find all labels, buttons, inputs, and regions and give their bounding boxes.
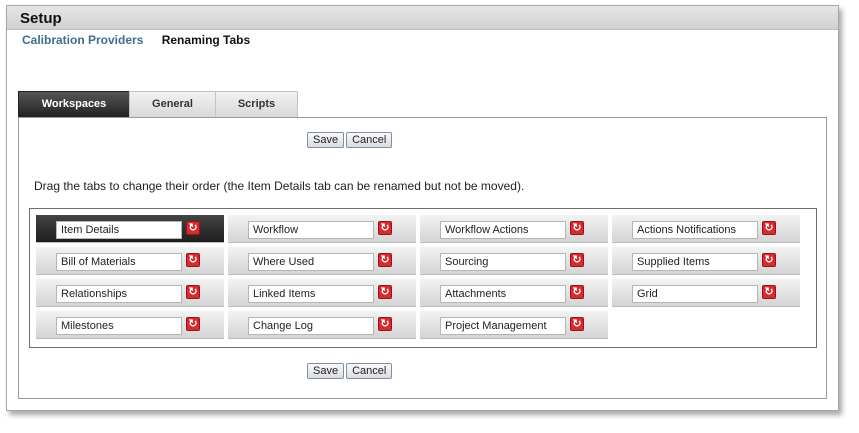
refresh-icon[interactable]: ↻	[378, 221, 392, 235]
refresh-icon[interactable]: ↻	[378, 317, 392, 331]
tab-name-input[interactable]	[248, 253, 374, 271]
tab-order-grid: ↻ ↻ ↻ ↻ ↻ ↻ ↻ ↻ ↻ ↻ ↻ ↻ ↻ ↻ ↻	[29, 208, 817, 348]
bottom-button-row: Save Cancel	[307, 363, 394, 379]
tab-order-item[interactable]: ↻	[612, 279, 800, 307]
refresh-icon[interactable]: ↻	[378, 253, 392, 267]
tab-order-item[interactable]: ↻	[420, 279, 608, 307]
tab-order-item[interactable]: ↻	[420, 311, 608, 339]
tab-name-input[interactable]	[632, 285, 758, 303]
refresh-icon[interactable]: ↻	[186, 221, 200, 235]
page-title: Setup	[20, 10, 62, 27]
tab-name-input[interactable]	[56, 285, 182, 303]
cancel-button-bottom[interactable]: Cancel	[346, 363, 393, 379]
refresh-icon[interactable]: ↻	[186, 253, 200, 267]
refresh-icon[interactable]: ↻	[570, 221, 584, 235]
tab-name-input[interactable]	[632, 253, 758, 271]
sub-navigation: Calibration Providers Renaming Tabs	[22, 33, 250, 47]
tab-order-item[interactable]: ↻	[612, 247, 800, 275]
refresh-icon[interactable]: ↻	[378, 285, 392, 299]
tab-order-item[interactable]: ↻	[228, 279, 416, 307]
tab-order-item[interactable]: ↻	[36, 279, 224, 307]
refresh-icon[interactable]: ↻	[762, 285, 776, 299]
title-bar: Setup	[7, 6, 838, 30]
setup-window: Setup Calibration Providers Renaming Tab…	[6, 5, 839, 411]
refresh-icon[interactable]: ↻	[570, 317, 584, 331]
top-button-row: Save Cancel	[307, 132, 394, 148]
tab-order-item[interactable]: ↻	[36, 311, 224, 339]
tab-name-input[interactable]	[440, 221, 566, 239]
tab-order-item[interactable]: ↻	[420, 247, 608, 275]
tab-workspaces[interactable]: Workspaces	[18, 91, 130, 117]
tab-name-input[interactable]	[248, 285, 374, 303]
tab-order-item[interactable]: ↻	[228, 215, 416, 243]
refresh-icon[interactable]: ↻	[186, 317, 200, 331]
workspaces-panel: Save Cancel Drag the tabs to change their…	[18, 117, 827, 399]
tab-scripts[interactable]: Scripts	[215, 91, 298, 117]
tab-name-input[interactable]	[56, 317, 182, 335]
tab-order-item[interactable]: ↻	[228, 247, 416, 275]
cancel-button-top[interactable]: Cancel	[346, 132, 393, 148]
tab-name-input[interactable]	[440, 317, 566, 335]
save-button-bottom[interactable]: Save	[307, 363, 345, 379]
refresh-icon[interactable]: ↻	[762, 253, 776, 267]
tab-order-item[interactable]: ↻	[36, 215, 224, 243]
refresh-icon[interactable]: ↻	[186, 285, 200, 299]
tab-order-item[interactable]: ↻	[36, 247, 224, 275]
tab-order-item[interactable]: ↻	[228, 311, 416, 339]
renaming-tabs-label: Renaming Tabs	[161, 33, 251, 47]
tab-order-item[interactable]: ↻	[612, 215, 800, 243]
tab-order-item[interactable]: ↻	[420, 215, 608, 243]
tab-name-input[interactable]	[56, 253, 182, 271]
refresh-icon[interactable]: ↻	[762, 221, 776, 235]
save-button-top[interactable]: Save	[307, 132, 345, 148]
tab-name-input[interactable]	[440, 253, 566, 271]
tab-name-input[interactable]	[632, 221, 758, 239]
tab-general[interactable]: General	[129, 91, 216, 117]
refresh-icon[interactable]: ↻	[570, 285, 584, 299]
calibration-providers-link[interactable]: Calibration Providers	[22, 33, 143, 47]
tab-name-input[interactable]	[248, 221, 374, 239]
tab-name-input[interactable]	[248, 317, 374, 335]
tab-name-input[interactable]	[440, 285, 566, 303]
tab-name-input[interactable]	[56, 221, 182, 239]
instructions-text: Drag the tabs to change their order (the…	[34, 179, 525, 193]
refresh-icon[interactable]: ↻	[570, 253, 584, 267]
